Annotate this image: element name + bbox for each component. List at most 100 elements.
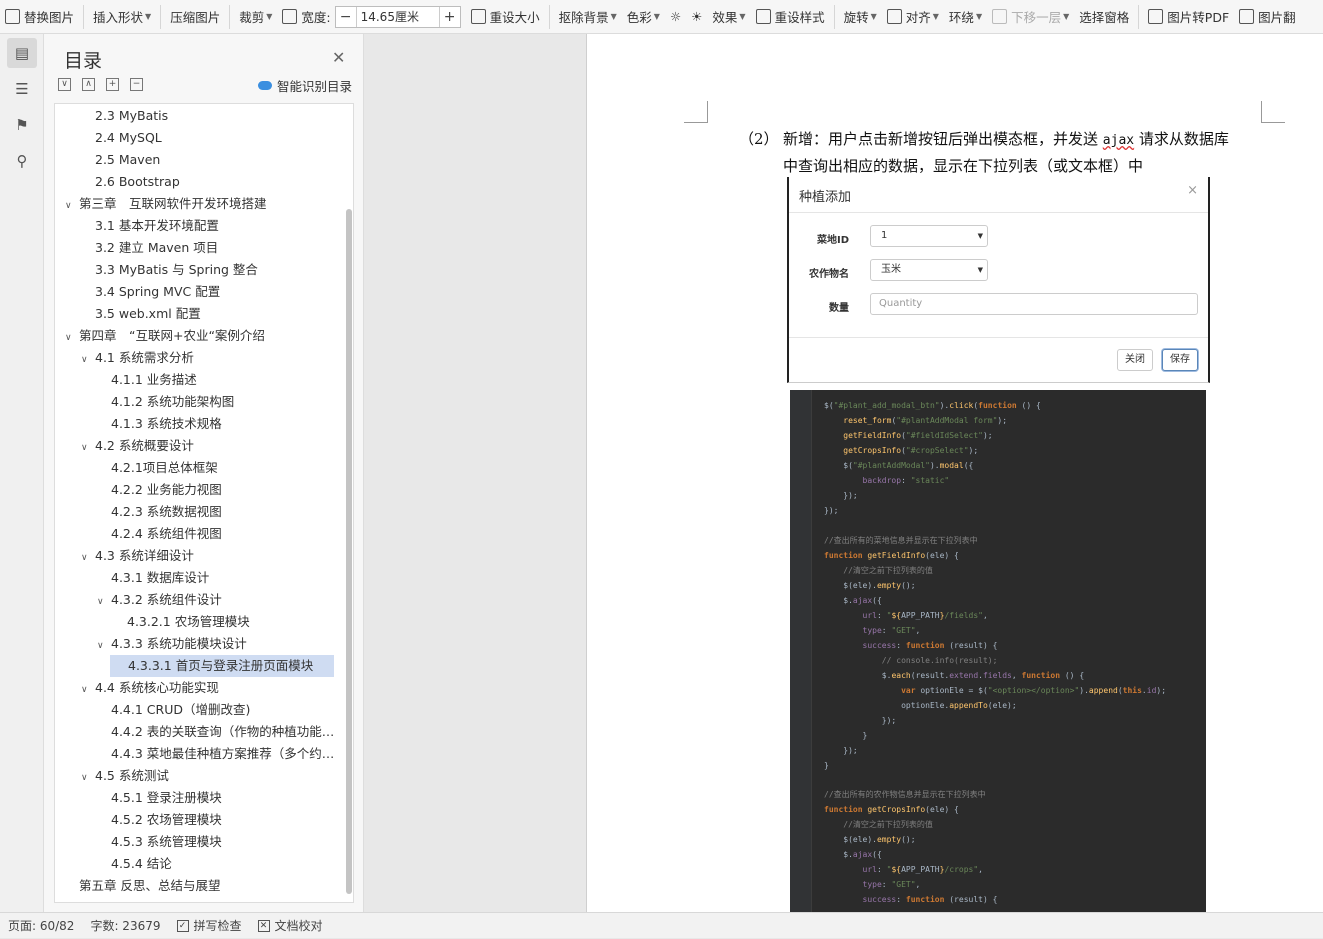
toc-item[interactable]: ∨ 4.3 系统详细设计 xyxy=(81,545,339,567)
code-line: }); xyxy=(824,491,858,500)
toc-item[interactable]: ∨ 第四章 “互联网+农业“案例介绍 xyxy=(65,325,339,347)
spell-check-button[interactable]: ✓ 拼写检查 xyxy=(169,913,250,939)
toc-item[interactable]: 4.5.3 系统管理模块 xyxy=(97,831,339,853)
toc-item[interactable]: ∨ 第三章 互联网软件开发环境搭建 xyxy=(65,193,339,215)
chevron-down-icon[interactable]: ∨ xyxy=(65,327,79,347)
toc-item[interactable]: 2.4 MySQL xyxy=(81,127,339,149)
chevron-down-icon[interactable]: ∨ xyxy=(81,349,95,369)
code-line: $.each(result.extend.fields, function ()… xyxy=(824,671,1085,680)
search-icon[interactable]: ⚲ xyxy=(7,146,37,176)
toc-item[interactable]: 4.5.1 登录注册模块 xyxy=(97,787,339,809)
word-count[interactable]: 字数: 23679 xyxy=(82,913,168,939)
toc-item[interactable]: 4.1.2 系统功能架构图 xyxy=(97,391,339,413)
crop-label: 裁剪 xyxy=(239,10,265,25)
toc-item[interactable]: 4.2.2 业务能力视图 xyxy=(97,479,339,501)
toc-item[interactable]: 4.3.3.1 首页与登录注册页面模块 xyxy=(110,655,334,677)
width-decrease-button[interactable]: − xyxy=(336,9,356,25)
toc-item[interactable]: 4.5.4 结论 xyxy=(97,853,339,875)
brightness-up-button[interactable]: ☼ xyxy=(665,4,686,30)
toc-item[interactable]: 4.4.2 表的关联查询（作物的种植功能实现） xyxy=(97,721,339,743)
toc-item[interactable]: 4.1.1 业务描述 xyxy=(97,369,339,391)
replace-image-label: 替换图片 xyxy=(24,10,75,25)
toc-item[interactable]: ∨ 4.3.3 系统功能模块设计 xyxy=(97,633,339,655)
smart-recognize-toc-button[interactable]: 智能识别目录 xyxy=(258,76,352,95)
toc-panel-icon[interactable]: ▤ xyxy=(7,38,37,68)
toc-item[interactable]: 4.1.3 系统技术规格 xyxy=(97,413,339,435)
toc-item[interactable]: 4.4.1 CRUD（增删改查) xyxy=(97,699,339,721)
code-line: getFieldInfo("#fieldIdSelect"); xyxy=(843,431,993,440)
chevron-down-icon[interactable]: ∨ xyxy=(81,679,95,699)
toc-item[interactable]: 4.5.2 农场管理模块 xyxy=(97,809,339,831)
remove-background-button[interactable]: 抠除背景 ▼ xyxy=(554,4,622,30)
rotate-label: 旋转 xyxy=(843,10,869,25)
chevron-down-icon[interactable]: ∨ xyxy=(97,591,111,611)
chevron-down-icon[interactable]: ∨ xyxy=(65,195,79,215)
toc-item[interactable]: 4.2.3 系统数据视图 xyxy=(97,501,339,523)
toc-item[interactable]: 2.6 Bootstrap xyxy=(81,171,339,193)
remove-heading-icon[interactable]: − xyxy=(130,78,143,91)
toc-item[interactable]: 3.1 基本开发环境配置 xyxy=(81,215,339,237)
align-button[interactable]: 对齐 ▼ xyxy=(882,4,944,30)
insert-shape-button[interactable]: 插入形状 ▼ xyxy=(88,4,156,30)
chevron-down-icon[interactable]: ∨ xyxy=(81,437,95,457)
modal-screenshot-image[interactable]: 种植添加 × 菜地ID 1 ▼ 农作物名 玉米 ▼ 数量 Quantity 关闭 保… xyxy=(787,177,1210,383)
caret-down-icon: ▼ xyxy=(870,12,877,21)
document-background xyxy=(364,34,586,912)
reset-style-button[interactable]: 重设样式 xyxy=(751,4,830,30)
toc-item[interactable]: 第五章 反思、总结与展望 xyxy=(65,875,339,897)
toc-item-label: 4.1.2 系统功能架构图 xyxy=(111,394,235,409)
toc-scrollbar[interactable] xyxy=(346,209,352,894)
width-input[interactable]: 14.65厘米 xyxy=(355,6,440,27)
bookmark-icon[interactable]: ⚑ xyxy=(7,110,37,140)
toc-item-label: 4.3.3 系统功能模块设计 xyxy=(111,636,247,651)
brightness-down-button[interactable]: ☀ xyxy=(686,4,707,30)
compress-image-button[interactable]: 压缩图片 xyxy=(165,4,225,30)
toc-item[interactable]: 3.3 MyBatis 与 Spring 整合 xyxy=(81,259,339,281)
chevron-down-icon[interactable]: ∨ xyxy=(81,547,95,567)
toc-item-label: 4.4.1 CRUD（增删改查) xyxy=(111,702,251,717)
toc-item[interactable]: ∨ 4.2 系统概要设计 xyxy=(81,435,339,457)
image-more-button[interactable]: 图片翻 xyxy=(1234,4,1301,30)
toc-item[interactable]: 4.2.4 系统组件视图 xyxy=(97,523,339,545)
code-screenshot-image[interactable]: $("#plant_add_modal_btn").click(function… xyxy=(790,390,1206,912)
toc-item[interactable]: 4.2.1项目总体框架 xyxy=(97,457,339,479)
toc-item-label: 4.4.3 菜地最佳种植方案推荐（多个约束条件） xyxy=(111,746,339,761)
rotate-button[interactable]: 旋转 ▼ xyxy=(839,4,882,30)
page-count[interactable]: 页面: 60/82 xyxy=(0,913,82,939)
toc-item[interactable]: ∨ 4.1 系统需求分析 xyxy=(81,347,339,369)
reset-style-icon xyxy=(755,9,771,24)
chevron-down-icon[interactable]: ∨ xyxy=(81,767,95,787)
toc-item[interactable]: 4.3.2.1 农场管理模块 xyxy=(113,611,339,633)
code-line: }); xyxy=(824,746,858,755)
expand-up-icon[interactable]: ∧ xyxy=(82,78,95,91)
paragraph-number: （2） xyxy=(739,130,779,148)
collapse-all-icon[interactable]: ∨ xyxy=(58,78,71,91)
chapter-nav-icon[interactable]: ☰ xyxy=(7,74,37,104)
wrap-button[interactable]: 环绕 ▼ xyxy=(944,4,987,30)
toc-item[interactable]: ∨ 4.4 系统核心功能实现 xyxy=(81,677,339,699)
document-page: （2） 新增：用户点击新增按钮后弹出模态框，并发送 ajax 请求从数据库 中查… xyxy=(586,34,1323,912)
toc-item[interactable]: 4.4.3 菜地最佳种植方案推荐（多个约束条件） xyxy=(97,743,339,765)
toc-item[interactable]: 3.2 建立 Maven 项目 xyxy=(81,237,339,259)
crop-button[interactable]: 裁剪 ▼ xyxy=(234,4,277,30)
effects-button[interactable]: 效果 ▼ xyxy=(707,4,750,30)
add-heading-icon[interactable]: + xyxy=(106,78,119,91)
color-button[interactable]: 色彩 ▼ xyxy=(622,4,665,30)
reset-size-button[interactable]: 重设大小 xyxy=(466,4,545,30)
selection-pane-button[interactable]: 选择窗格 xyxy=(1074,4,1134,30)
chevron-down-icon[interactable]: ∨ xyxy=(97,635,111,655)
doc-proof-button[interactable]: ✕ 文档校对 xyxy=(250,913,331,939)
toc-item[interactable]: 3.5 web.xml 配置 xyxy=(81,303,339,325)
replace-image-button[interactable]: 替换图片 xyxy=(0,4,79,30)
toc-item[interactable]: ∨ 4.3.2 系统组件设计 xyxy=(97,589,339,611)
width-increase-button[interactable]: + xyxy=(440,9,460,25)
code-line: // console.info(result); xyxy=(881,656,998,665)
close-icon[interactable]: ✕ xyxy=(332,48,345,67)
toc-item[interactable]: ∨ 4.5 系统测试 xyxy=(81,765,339,787)
toc-item[interactable]: 2.5 Maven xyxy=(81,149,339,171)
toc-item[interactable]: 3.4 Spring MVC 配置 xyxy=(81,281,339,303)
toc-item[interactable]: 2.3 MyBatis xyxy=(81,105,339,127)
toc-item[interactable]: 4.3.1 数据库设计 xyxy=(97,567,339,589)
image-to-pdf-button[interactable]: 图片转PDF xyxy=(1143,4,1234,30)
move-down-button[interactable]: 下移一层 ▼ xyxy=(987,4,1074,30)
